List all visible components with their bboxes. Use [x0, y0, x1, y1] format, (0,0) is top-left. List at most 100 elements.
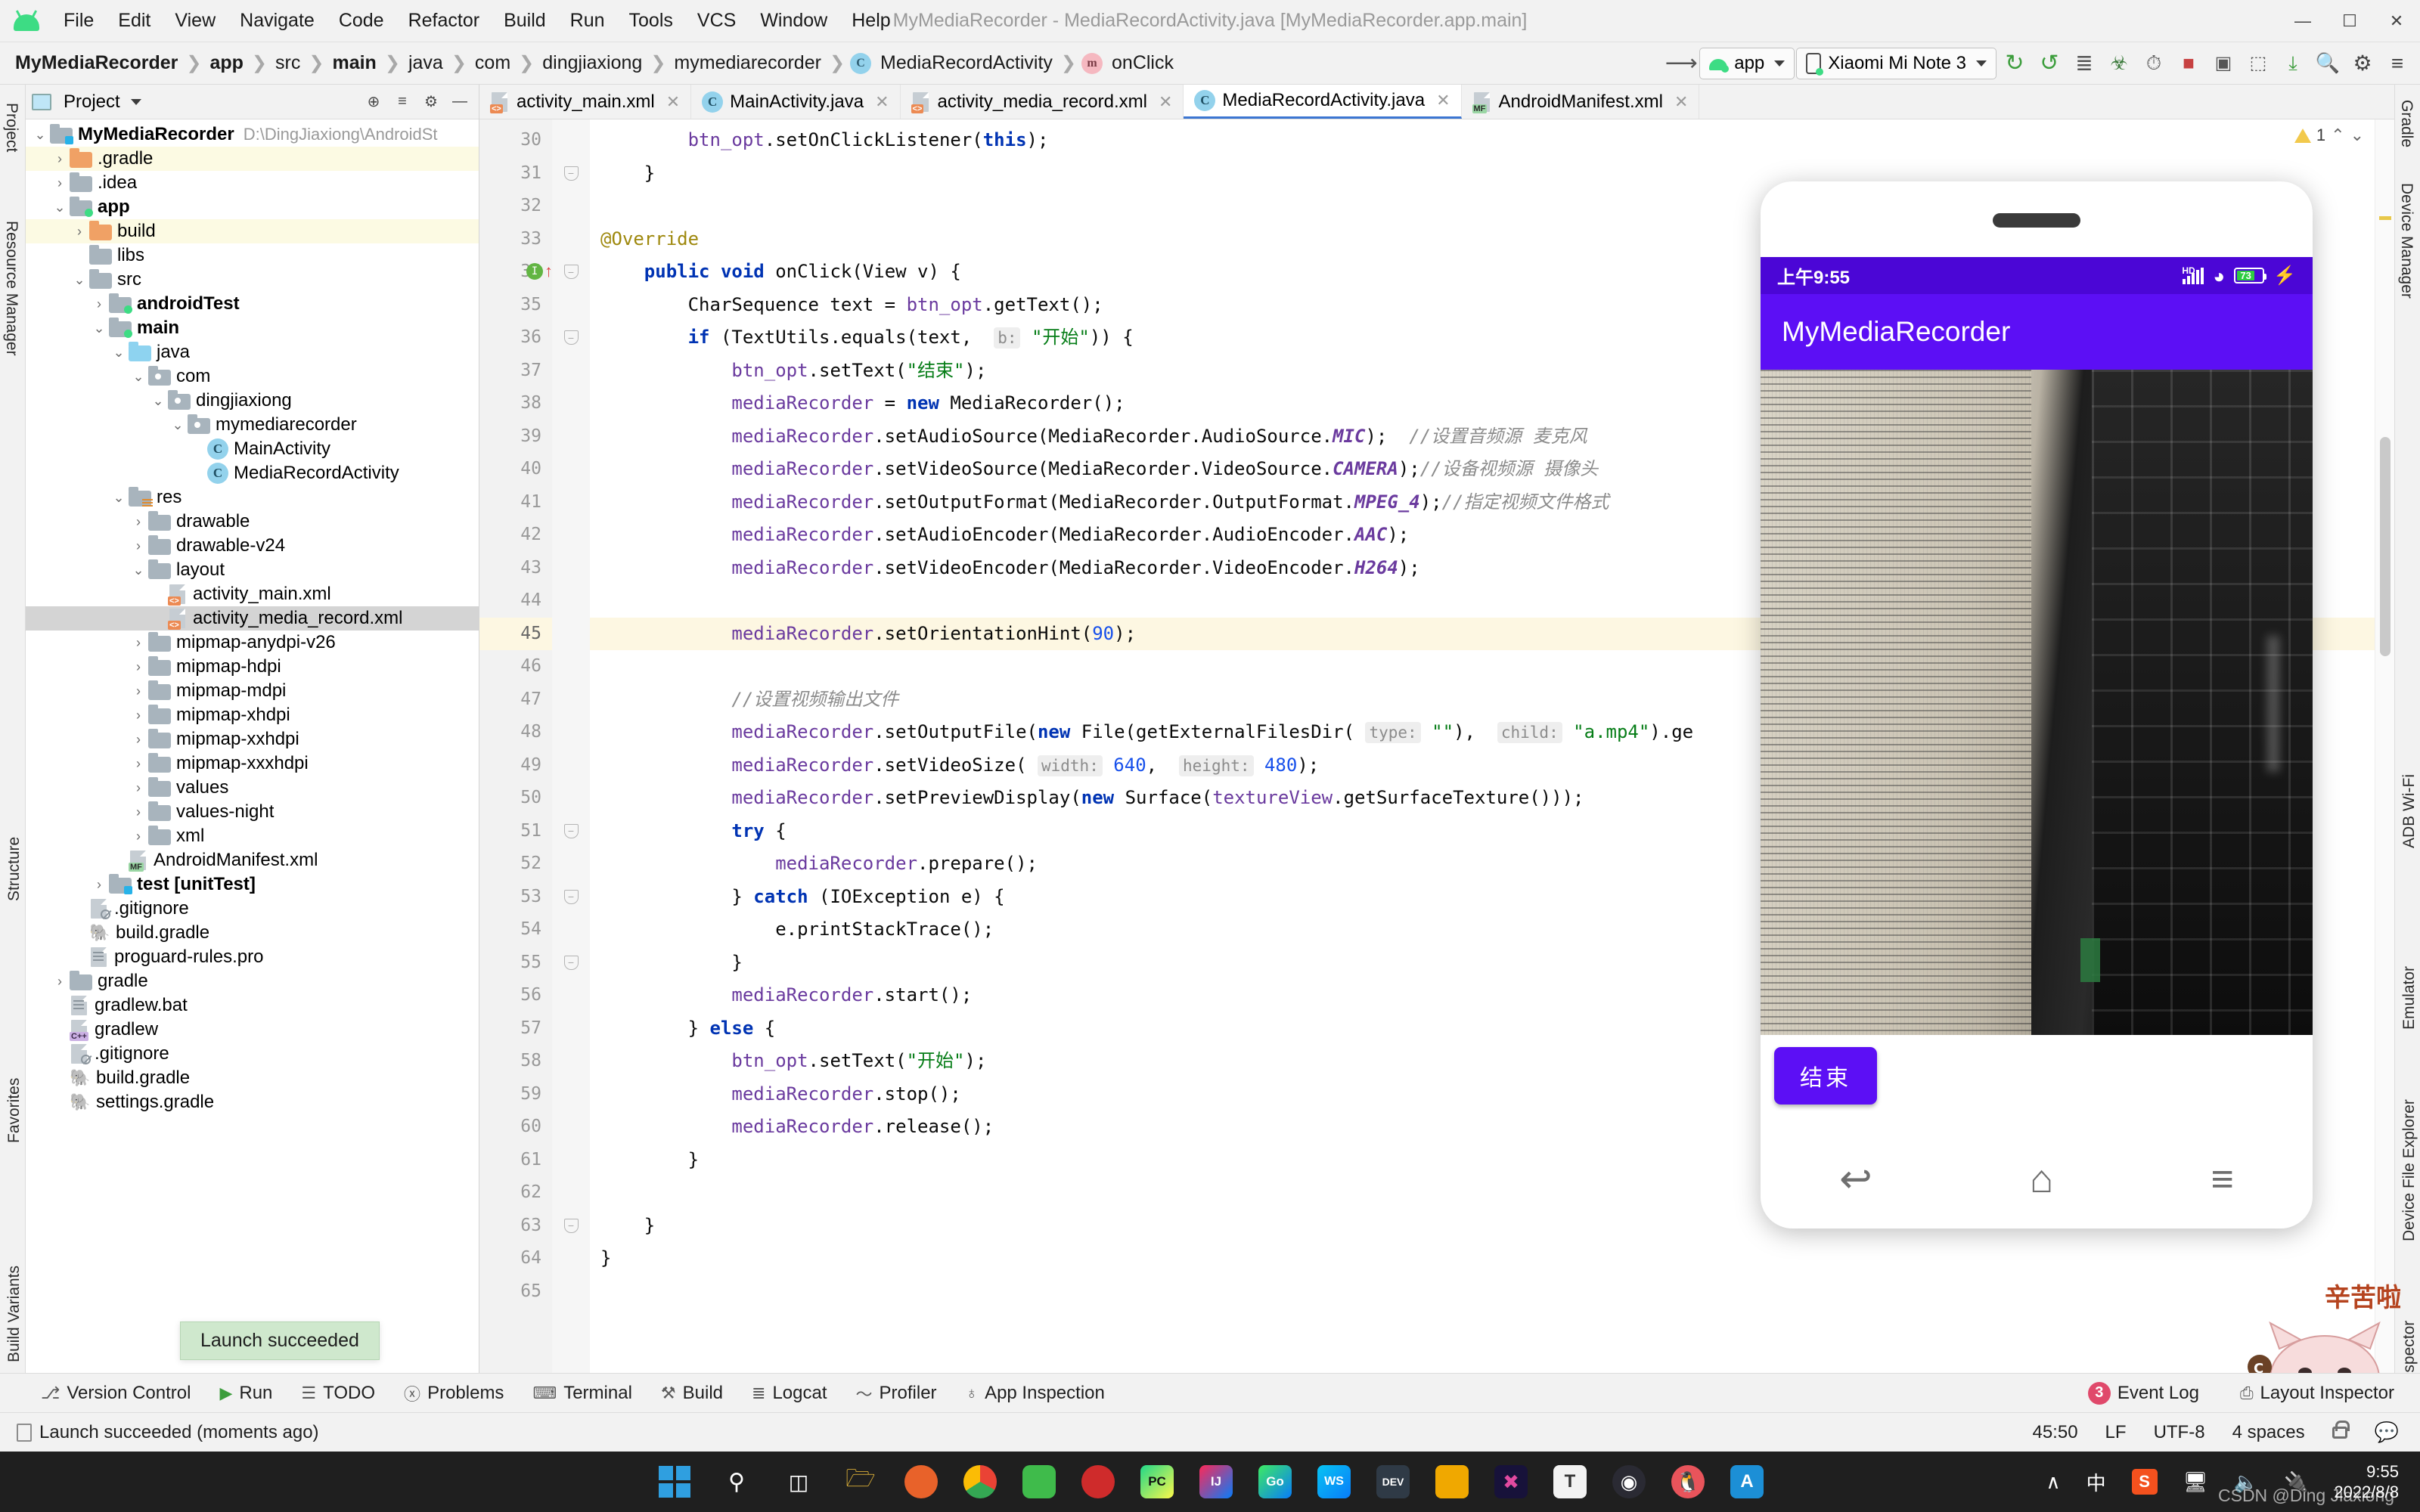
run-with-coverage-icon[interactable]: ↺ — [2033, 47, 2066, 80]
code-line[interactable] — [590, 1275, 2394, 1309]
tree-node[interactable]: ›CMainActivity — [26, 437, 479, 461]
tree-node[interactable]: ›.gitignore — [26, 897, 479, 921]
tree-node[interactable]: › test [unitTest] — [26, 872, 479, 897]
breadcrumb-class[interactable]: C MediaRecordActivity — [850, 51, 1056, 76]
chevron-right-icon[interactable]: › — [129, 829, 148, 844]
tool-window-logcat[interactable]: ≣ Logcat — [741, 1380, 838, 1407]
inspection-status[interactable]: 1 ⌃ ⌄ — [2294, 125, 2364, 145]
tree-node[interactable]: › .idea — [26, 171, 479, 195]
tree-node[interactable]: ⌄ src — [26, 268, 479, 292]
fold-handle[interactable] — [552, 1144, 590, 1177]
chevron-right-icon[interactable]: › — [50, 151, 70, 167]
menu-view[interactable]: View — [163, 5, 228, 36]
tool-window-app-inspection[interactable]: ♁ App Inspection — [955, 1380, 1115, 1407]
chevron-down-icon[interactable]: ⌄ — [50, 200, 70, 215]
code-line[interactable]: btn_opt.setOnClickListener(this); — [590, 124, 2394, 157]
qq-icon[interactable]: 🐧 — [1671, 1465, 1705, 1498]
tool-window-build[interactable]: ⚒ Build — [650, 1380, 734, 1407]
tree-node[interactable]: › mipmap-mdpi — [26, 679, 479, 703]
chrome-icon[interactable] — [963, 1465, 997, 1498]
fold-handle[interactable] — [552, 289, 590, 322]
tree-node[interactable]: ›🐘build.gradle — [26, 921, 479, 945]
tree-node[interactable]: › .gradle — [26, 147, 479, 171]
fold-handle[interactable]: − — [552, 815, 590, 848]
wechat-icon[interactable] — [1022, 1465, 1056, 1498]
settings-icon[interactable]: ⚙ — [418, 89, 444, 115]
chevron-right-icon[interactable]: › — [50, 974, 70, 990]
tree-node[interactable]: ⌄ dingjiaxiong — [26, 389, 479, 413]
rail-emulator[interactable]: Emulator — [2400, 966, 2418, 1030]
collapse-icon[interactable]: − — [563, 166, 579, 181]
sync-gradle-icon[interactable]: ⤓ — [2276, 47, 2310, 80]
tool-window-terminal[interactable]: ⌨ Terminal — [522, 1380, 642, 1407]
chevron-right-icon[interactable]: › — [129, 538, 148, 554]
run-gutter-marker[interactable]: I ↑ — [526, 263, 553, 280]
chevron-down-icon[interactable]: ⌄ — [89, 321, 109, 336]
rail-resource-manager[interactable]: Resource Manager — [2, 221, 20, 356]
chevron-down-icon[interactable]: ⌄ — [109, 345, 129, 361]
breadcrumb-dingjiaxiong[interactable]: dingjiaxiong — [539, 51, 645, 76]
close-icon[interactable]: ✕ — [1436, 91, 1450, 110]
start-button[interactable] — [656, 1464, 693, 1500]
fold-handle[interactable] — [552, 650, 590, 683]
breadcrumb-java[interactable]: java — [405, 51, 446, 76]
breadcrumb-project[interactable]: MyMediaRecorder — [12, 51, 181, 76]
tree-node[interactable]: › drawable-v24 — [26, 534, 479, 558]
scrollbar-thumb[interactable] — [2380, 437, 2391, 656]
run-configuration-selector[interactable]: app — [1699, 47, 1795, 79]
tree-node[interactable]: › build — [26, 219, 479, 243]
chevron-down-icon[interactable]: ⌄ — [109, 490, 129, 506]
debug-icon[interactable]: ☣ — [2102, 47, 2136, 80]
rail-device-manager[interactable]: Device Manager — [2397, 183, 2415, 299]
code-line[interactable]: } — [590, 1242, 2394, 1275]
fold-handle[interactable]: − — [552, 321, 590, 355]
close-icon[interactable]: ✕ — [1159, 92, 1172, 112]
tree-node[interactable]: › mipmap-anydpi-v26 — [26, 631, 479, 655]
fold-handle[interactable] — [552, 683, 590, 717]
rail-structure[interactable]: Structure — [5, 837, 23, 901]
fold-handle[interactable] — [552, 1176, 590, 1210]
menu-icon[interactable]: ≡ — [2381, 47, 2414, 80]
editor-tabs[interactable]: <> activity_main.xml ✕ C MainActivity.java ✕ <… — [479, 85, 2394, 119]
settings-gear-icon[interactable]: ⚙ — [2346, 47, 2379, 80]
fold-handle[interactable] — [552, 782, 590, 815]
menu-vcs[interactable]: VCS — [685, 5, 748, 36]
tree-node[interactable]: › gradle — [26, 969, 479, 993]
editor-tab[interactable]: C MediaRecordActivity.java ✕ — [1184, 85, 1462, 119]
pycharm-icon[interactable]: PC — [1140, 1465, 1174, 1498]
file-explorer-icon[interactable]: 🗁 — [842, 1464, 879, 1500]
tree-node[interactable]: › values — [26, 776, 479, 800]
tool-window-version-control[interactable]: ⎇ Version Control — [30, 1380, 201, 1407]
indent-setting[interactable]: 4 spaces — [2232, 1422, 2305, 1443]
chevron-down-icon[interactable]: ⌄ — [2350, 125, 2364, 145]
tree-node[interactable]: › mipmap-xxhdpi — [26, 727, 479, 751]
recents-icon[interactable]: ≡ — [2211, 1160, 2234, 1199]
fold-handle[interactable] — [552, 519, 590, 552]
tree-node[interactable]: ›proguard-rules.pro — [26, 945, 479, 969]
tree-node[interactable]: ⌄ main — [26, 316, 479, 340]
chevron-right-icon[interactable]: › — [129, 635, 148, 651]
minimize-button[interactable]: — — [2279, 0, 2326, 42]
fold-handle[interactable] — [552, 1078, 590, 1111]
fold-handle[interactable] — [552, 552, 590, 585]
fold-handle[interactable] — [552, 486, 590, 519]
chevron-down-icon[interactable]: ⌄ — [148, 393, 168, 409]
chevron-right-icon[interactable]: › — [129, 804, 148, 820]
menu-refactor[interactable]: Refactor — [396, 5, 492, 36]
collapse-icon[interactable]: − — [563, 330, 579, 345]
menu-help[interactable]: Help — [839, 5, 902, 36]
chevron-down-icon[interactable] — [130, 98, 141, 105]
btn-opt-button[interactable]: 结束 — [1774, 1047, 1877, 1105]
collapse-icon[interactable]: − — [563, 955, 579, 970]
close-icon[interactable]: ✕ — [1674, 92, 1688, 112]
breadcrumb-method[interactable]: m onClick — [1081, 51, 1177, 76]
run-icon[interactable]: ↻ — [1998, 47, 2031, 80]
chevron-up-icon[interactable]: ⌃ — [2331, 125, 2344, 145]
tree-node[interactable]: › xml — [26, 824, 479, 848]
chevron-right-icon[interactable]: › — [129, 732, 148, 748]
fold-handle[interactable]: − — [552, 157, 590, 191]
search-icon[interactable]: ⚲ — [718, 1464, 755, 1500]
rail-favorites[interactable]: Favorites — [5, 1078, 23, 1143]
chevron-right-icon[interactable]: › — [89, 877, 109, 893]
tree-node[interactable]: ›gradlew.bat — [26, 993, 479, 1018]
